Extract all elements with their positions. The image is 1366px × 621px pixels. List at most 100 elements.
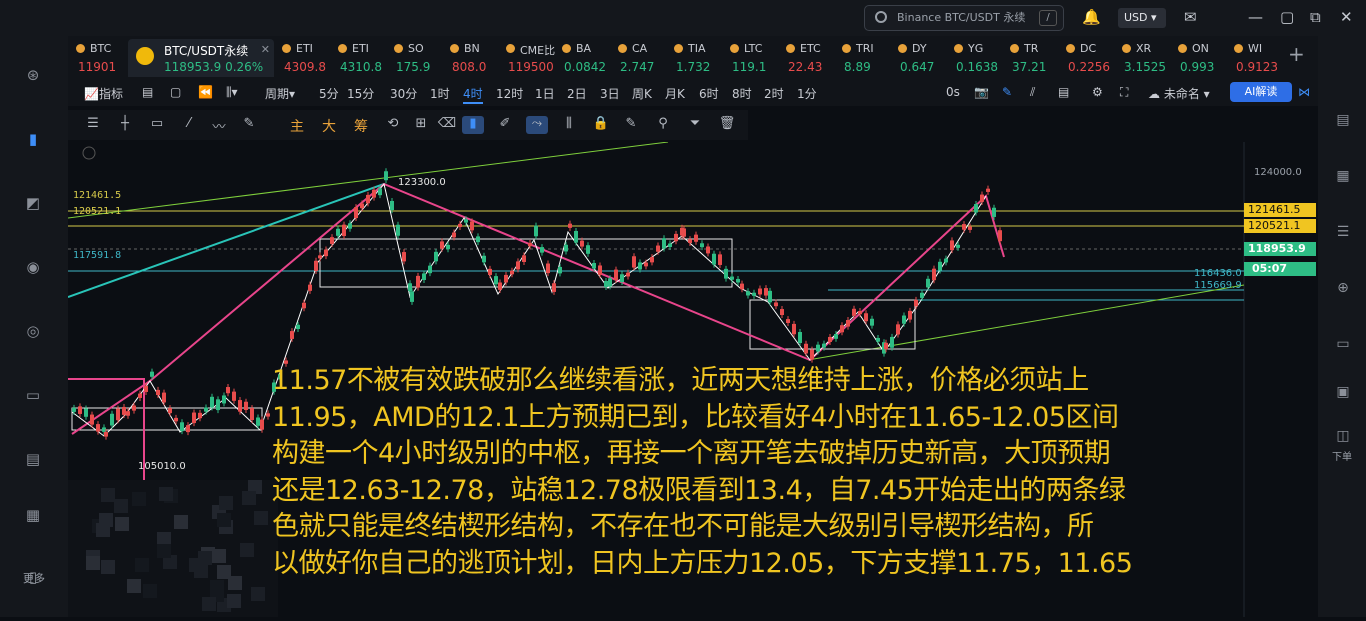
- interval-1[interactable]: 15分: [347, 85, 374, 102]
- trash-icon[interactable]: 🗑: [716, 116, 738, 134]
- ruler-icon[interactable]: ⊞: [410, 116, 432, 134]
- order-label[interactable]: 下单: [1324, 448, 1360, 463]
- tab-3[interactable]: ETI 4310.8: [334, 39, 386, 77]
- tool-big[interactable]: 大: [318, 116, 340, 135]
- grid-icon[interactable]: ▦: [22, 506, 44, 526]
- note-icon[interactable]: ✎: [620, 116, 642, 134]
- candle-body: [226, 387, 230, 394]
- search-input[interactable]: Binance BTC/USDT 永续 /: [864, 5, 1064, 31]
- share-icon[interactable]: ⋈: [1298, 85, 1310, 99]
- menu-icon[interactable]: ☰: [82, 116, 104, 134]
- interval-14[interactable]: 1分: [797, 85, 817, 102]
- logo-icon[interactable]: ⊛: [22, 66, 44, 86]
- tab-18[interactable]: ON 0.993: [1174, 39, 1226, 77]
- cloud-save-button[interactable]: ☁ 未命名 ▾: [1148, 85, 1210, 102]
- tab-16[interactable]: DC 0.2256: [1062, 39, 1114, 77]
- crosshair-icon[interactable]: ⊕: [1332, 280, 1354, 300]
- ai-analysis-button[interactable]: AI解读: [1230, 82, 1292, 102]
- calendar-icon[interactable]: ▦: [1332, 168, 1354, 188]
- filter-icon[interactable]: ⏷: [684, 116, 706, 134]
- alert-icon[interactable]: ▤: [1058, 85, 1069, 99]
- rectangle-icon[interactable]: ▭: [146, 116, 168, 134]
- camera-icon[interactable]: 📷: [974, 85, 989, 99]
- bot-icon[interactable]: ◉: [22, 258, 44, 278]
- message-icon[interactable]: ▤: [22, 450, 44, 470]
- candle-type-icon[interactable]: ⫼▾: [226, 85, 238, 100]
- tab-close-icon[interactable]: ✕: [261, 43, 270, 56]
- link-icon[interactable]: ⚲: [652, 116, 674, 134]
- magnet-icon[interactable]: ⟲: [382, 116, 404, 134]
- candle-body: [360, 203, 364, 209]
- order-icon[interactable]: ◫: [1332, 428, 1354, 448]
- tab-0[interactable]: BTC 11901: [72, 39, 124, 77]
- tab-11[interactable]: ETC 22.43: [782, 39, 834, 77]
- wave-icon[interactable]: 〰: [208, 116, 230, 135]
- tab-12[interactable]: TRI 8.89: [838, 39, 890, 77]
- add-tab-icon[interactable]: +: [1288, 42, 1305, 66]
- tab-5[interactable]: BN 808.0: [446, 39, 498, 77]
- popout-icon[interactable]: ⧉: [1310, 8, 1321, 26]
- mail-icon[interactable]: ✉: [1184, 8, 1197, 26]
- compare-icon[interactable]: ⫽: [1030, 85, 1035, 100]
- tab-2[interactable]: ETI 4309.8: [278, 39, 330, 77]
- interval-13[interactable]: 2时: [764, 85, 784, 102]
- tab-14[interactable]: YG 0.1638: [950, 39, 1002, 77]
- interval-2[interactable]: 30分: [390, 85, 417, 102]
- chart-icon[interactable]: ▮: [22, 130, 44, 150]
- tool-main[interactable]: 主: [286, 116, 308, 135]
- list-icon[interactable]: ☰: [1332, 224, 1354, 244]
- layout-icon[interactable]: ▤: [142, 85, 153, 99]
- rewind-icon[interactable]: ⏪: [198, 85, 213, 99]
- restore-icon[interactable]: ▢: [1280, 8, 1294, 26]
- tab-19[interactable]: WI 0.9123: [1230, 39, 1282, 77]
- trade-icon[interactable]: ◩: [22, 194, 44, 214]
- bars-icon[interactable]: ⫼: [558, 116, 580, 134]
- tab-7[interactable]: BA 0.0842: [558, 39, 610, 77]
- tab-9[interactable]: TIA 1.732: [670, 39, 722, 77]
- coin-icon[interactable]: ◎: [22, 322, 44, 342]
- etf-icon[interactable]: ▭: [1332, 336, 1354, 356]
- indicator-button[interactable]: 📈指标: [84, 85, 123, 102]
- tab-17[interactable]: XR 3.1525: [1118, 39, 1170, 77]
- tab-15[interactable]: TR 37.21: [1006, 39, 1058, 77]
- interval-10[interactable]: 月K: [665, 85, 685, 102]
- close-icon[interactable]: ✕: [1340, 8, 1353, 26]
- pencil-icon[interactable]: ✐: [494, 116, 516, 134]
- interval-5[interactable]: 12时: [496, 85, 523, 102]
- interval-8[interactable]: 3日: [600, 85, 620, 102]
- path-icon[interactable]: ⤳: [526, 116, 548, 134]
- interval-6[interactable]: 1日: [535, 85, 555, 102]
- minimize-icon[interactable]: —: [1248, 8, 1263, 26]
- interval-12[interactable]: 8时: [732, 85, 752, 102]
- tab-8[interactable]: CA 2.747: [614, 39, 666, 77]
- period-select[interactable]: 周期▾: [265, 85, 295, 102]
- bell-icon[interactable]: 🔔: [1082, 8, 1101, 26]
- currency-select[interactable]: USD ▾: [1118, 8, 1166, 28]
- interval-4[interactable]: 4时: [463, 85, 483, 104]
- brush-icon[interactable]: ✎: [238, 116, 260, 134]
- interval-11[interactable]: 6时: [699, 85, 719, 102]
- interval-3[interactable]: 1时: [430, 85, 450, 102]
- tab-13[interactable]: DY 0.647: [894, 39, 946, 77]
- bookmark-icon[interactable]: ▮: [462, 116, 484, 134]
- card-icon[interactable]: ▣: [1332, 384, 1354, 404]
- wallet-icon[interactable]: ▭: [22, 386, 44, 406]
- interval-7[interactable]: 2日: [567, 85, 587, 102]
- tool-chips[interactable]: 筹: [350, 116, 372, 135]
- pen-icon[interactable]: ✎: [1002, 85, 1012, 99]
- interval-0[interactable]: 5分: [319, 85, 339, 102]
- fullscreen-icon[interactable]: ⛶: [1120, 85, 1128, 100]
- lock-icon[interactable]: 🔒: [590, 116, 612, 134]
- interval-9[interactable]: 周K: [632, 85, 652, 102]
- template-icon[interactable]: ▢: [170, 85, 181, 99]
- phone-icon[interactable]: ▯: [22, 568, 44, 588]
- tab-1[interactable]: BTC/USDT永续 118953.9 0.26% ✕: [128, 39, 274, 77]
- document-icon[interactable]: ▤: [1332, 112, 1354, 132]
- settings-icon[interactable]: ⚙: [1092, 85, 1103, 99]
- tab-6[interactable]: CME比 119500: [502, 39, 555, 77]
- eraser-icon[interactable]: ⌫: [436, 116, 458, 134]
- tab-4[interactable]: SO 175.9: [390, 39, 442, 77]
- tab-10[interactable]: LTC 119.1: [726, 39, 778, 77]
- trend-line-icon[interactable]: ⁄: [178, 116, 200, 134]
- horizontal-line-icon[interactable]: ┼: [114, 116, 136, 134]
